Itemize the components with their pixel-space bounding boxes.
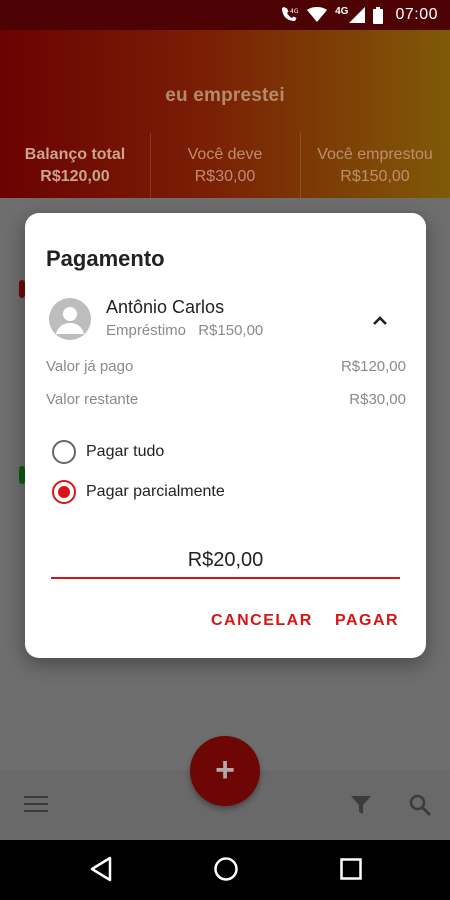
remaining-row: Valor restante R$30,00 <box>46 391 406 408</box>
remaining-value: R$30,00 <box>349 391 406 408</box>
pay-button[interactable]: PAGAR <box>335 612 399 630</box>
summary-lent: Você emprestou R$150,00 <box>300 145 450 205</box>
cancel-button[interactable]: CANCELAR <box>211 612 313 630</box>
amount-input[interactable] <box>51 543 400 579</box>
app-title: eu emprestei <box>165 85 285 106</box>
summary-total-label: Balanço total <box>24 146 126 163</box>
loan-amount: R$150,00 <box>198 322 264 339</box>
wifi-calling-icon: 4G <box>279 6 299 24</box>
summary-owe: Você deve R$30,00 <box>150 145 300 205</box>
avatar <box>49 298 91 340</box>
network-badge: 4G <box>335 6 349 17</box>
signal-icon: 4G <box>335 6 366 23</box>
app-header: eu emprestei Balanço total R$120,00 Você… <box>0 30 450 203</box>
loan-type: Empréstimo <box>106 322 187 339</box>
navigation-bar <box>0 840 450 900</box>
option-pay-partial[interactable]: Pagar parcialmente <box>52 479 225 505</box>
summary-lent-label: Você emprestou <box>317 146 433 163</box>
search-icon[interactable] <box>408 793 432 822</box>
paid-label: Valor já pago <box>46 358 134 375</box>
option-pay-all-label: Pagar tudo <box>86 443 165 460</box>
status-bar: 4G 4G 07:00 <box>0 0 450 30</box>
summary-owe-value: R$30,00 <box>194 168 256 185</box>
option-pay-all[interactable]: Pagar tudo <box>52 439 164 465</box>
wifi-icon <box>307 7 328 23</box>
svg-text:4G: 4G <box>290 8 299 15</box>
payment-dialog: Pagamento Antônio Carlos Empréstimo R$15… <box>25 213 426 658</box>
summary-bar: Balanço total R$120,00 Você deve R$30,00… <box>0 145 450 205</box>
remaining-label: Valor restante <box>46 391 139 408</box>
back-icon[interactable] <box>89 856 113 887</box>
option-pay-partial-label: Pagar parcialmente <box>86 483 225 500</box>
radio-pay-partial[interactable] <box>52 480 76 504</box>
filter-icon[interactable] <box>350 794 372 821</box>
menu-icon[interactable] <box>24 796 48 814</box>
dialog-title: Pagamento <box>46 246 165 271</box>
summary-lent-value: R$150,00 <box>340 168 410 185</box>
summary-total-value: R$120,00 <box>40 168 110 185</box>
summary-owe-label: Você deve <box>187 146 263 163</box>
paid-value: R$120,00 <box>340 358 406 375</box>
battery-icon <box>373 6 384 24</box>
paid-row: Valor já pago R$120,00 <box>46 358 406 375</box>
status-time: 07:00 <box>395 6 438 23</box>
recents-icon[interactable] <box>339 856 363 887</box>
loan-info: Empréstimo R$150,00 <box>106 322 271 339</box>
radio-pay-all[interactable] <box>52 440 76 464</box>
add-button[interactable]: + <box>190 736 260 806</box>
chevron-up-icon[interactable] <box>368 309 392 338</box>
plus-icon: + <box>215 751 235 789</box>
home-icon[interactable] <box>213 856 239 887</box>
person-name: Antônio Carlos <box>106 297 225 317</box>
summary-total: Balanço total R$120,00 <box>0 145 150 205</box>
person-icon <box>56 307 84 334</box>
